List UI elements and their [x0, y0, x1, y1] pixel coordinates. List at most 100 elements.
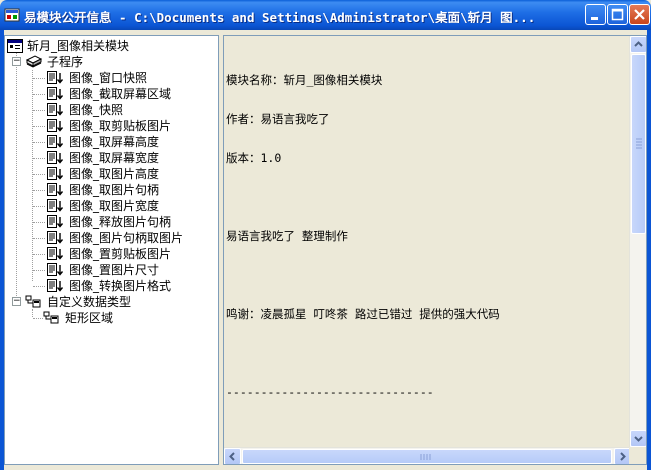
tree-item-subroutine[interactable]: 图像_置剪贴板图片 [7, 246, 217, 262]
maker-line: 易语言我吃了 整理制作 [226, 229, 348, 243]
tree-guide-line [33, 110, 45, 111]
maximize-button[interactable] [607, 4, 628, 25]
subroutine-icon [47, 215, 64, 228]
tree-item-datatype[interactable]: 矩形区域 [7, 310, 217, 326]
tree-item-label: 图像_图片句柄取图片 [69, 231, 184, 245]
tree-item-subroutine[interactable]: 图像_取屏幕宽度 [7, 150, 217, 166]
scroll-left-button[interactable] [224, 448, 241, 464]
tree-guide-line [33, 126, 45, 127]
separator-line: ------------------------------ [226, 385, 434, 399]
tree-guide-line [33, 206, 45, 207]
tree-group-label: 子程序 [47, 55, 84, 69]
tree-item-label: 图像_取图片宽度 [69, 199, 160, 213]
subroutine-icon [47, 263, 64, 276]
tree-item-label: 图像_截取屏幕区域 [69, 87, 172, 101]
subroutine-icon [47, 247, 64, 260]
tree-item-label: 矩形区域 [65, 311, 114, 325]
collapse-toggle[interactable]: − [12, 57, 21, 66]
scrollbar-corner [629, 447, 646, 464]
grip-icon [636, 138, 642, 149]
subroutine-icon [47, 183, 64, 196]
tree-guide-line [33, 238, 45, 239]
scroll-left-icon [229, 452, 235, 461]
scroll-right-icon [620, 452, 626, 461]
tree-item-label: 图像_窗口快照 [69, 71, 148, 85]
tree-item-subroutine[interactable]: 图像_置图片尺寸 [7, 262, 217, 278]
grip-icon [420, 454, 431, 460]
module-name-line: 模块名称：斩月_图像相关模块 [226, 73, 383, 87]
tree-guide-line [33, 174, 45, 175]
module-tree[interactable]: 斩月_图像相关模块 − 子程序 图像_窗口快照图像_截取屏幕区域 图像_快照图像_… [4, 35, 219, 465]
tree-item-label: 图像_取屏幕宽度 [69, 151, 160, 165]
tree-group-subroutines[interactable]: − 子程序 [7, 54, 217, 70]
minimize-icon [591, 17, 598, 20]
tree-item-subroutine[interactable]: 图像_截取屏幕区域 [7, 86, 217, 102]
tree-guide-line [33, 190, 45, 191]
tree-item-label: 图像_取剪贴板图片 [69, 119, 172, 133]
info-text: 模块名称：斩月_图像相关模块 作者：易语言我吃了 版本：1.0 易语言我吃了 整… [226, 48, 626, 425]
tree-guide-line [33, 318, 43, 319]
tree-item-label: 图像_释放图片句柄 [69, 215, 172, 229]
tree-item-label: 图像_取图片句柄 [69, 183, 160, 197]
tree-root-label: 斩月_图像相关模块 [27, 39, 130, 53]
tree-item-label: 图像_置图片尺寸 [69, 263, 160, 277]
tree-item-label: 图像_取图片高度 [69, 167, 160, 181]
subroutine-icon [47, 167, 64, 180]
minimize-button[interactable] [585, 4, 606, 25]
datatype-icon [25, 295, 41, 308]
tree-guide-line [33, 286, 45, 287]
tree-item-subroutine[interactable]: 图像_取图片高度 [7, 166, 217, 182]
horizontal-scrollbar[interactable] [224, 447, 631, 464]
maximize-icon [611, 8, 624, 21]
tree-item-subroutine[interactable]: 图像_取屏幕高度 [7, 134, 217, 150]
subroutine-icon [47, 71, 64, 84]
close-icon [634, 9, 645, 20]
tree-guide-line [33, 142, 45, 143]
subroutine-icon [47, 119, 64, 132]
subroutine-icon [47, 231, 64, 244]
thanks-line: 鸣谢：凌晨孤星 叮咚茶 路过已错过 提供的强大代码 [226, 307, 500, 321]
tree-item-subroutine[interactable]: 图像_窗口快照 [7, 70, 217, 86]
tree-item-subroutine[interactable]: 图像_快照 [7, 102, 217, 118]
tree-guide-line [33, 222, 45, 223]
tree-item-subroutine[interactable]: 图像_图片句柄取图片 [7, 230, 217, 246]
vertical-scroll-thumb[interactable] [631, 54, 646, 234]
app-icon [4, 8, 20, 22]
tree-item-subroutine[interactable]: 图像_取剪贴板图片 [7, 118, 217, 134]
tree-guide-line [33, 254, 45, 255]
vertical-scrollbar[interactable] [629, 36, 646, 447]
tree-item-subroutine[interactable]: 图像_取图片句柄 [7, 182, 217, 198]
window-title: 易模块公开信息 - C:\Documents and Settings\Admi… [24, 10, 536, 23]
window-frame-right [647, 30, 651, 470]
tree-item-subroutine[interactable]: 图像_取图片宽度 [7, 198, 217, 214]
tree-guide-line [33, 270, 45, 271]
tree-item-subroutine[interactable]: 图像_转换图片格式 [7, 278, 217, 294]
tree-item-label: 图像_取屏幕高度 [69, 135, 160, 149]
scroll-up-icon [634, 41, 643, 47]
scroll-down-button[interactable] [630, 430, 646, 447]
tree-root[interactable]: 斩月_图像相关模块 [7, 38, 217, 54]
version-line: 版本：1.0 [226, 151, 282, 165]
tree-group-label: 自定义数据类型 [47, 295, 132, 309]
tree-item-subroutine[interactable]: 图像_释放图片句柄 [7, 214, 217, 230]
subroutine-icon [47, 103, 64, 116]
books-icon [25, 55, 43, 68]
scroll-down-icon [634, 436, 643, 442]
info-content-panel[interactable]: 模块名称：斩月_图像相关模块 作者：易语言我吃了 版本：1.0 易语言我吃了 整… [223, 35, 647, 465]
author-line: 作者：易语言我吃了 [226, 112, 330, 126]
collapse-toggle[interactable]: − [12, 297, 21, 306]
tree-item-label: 图像_转换图片格式 [69, 279, 172, 293]
horizontal-scroll-thumb[interactable] [242, 449, 612, 464]
tree-item-label: 图像_快照 [69, 103, 124, 117]
title-bar: 易模块公开信息 - C:\Documents and Settings\Admi… [0, 0, 651, 30]
scroll-up-button[interactable] [630, 36, 646, 53]
tree-group-datatypes[interactable]: − 自定义数据类型 [7, 294, 217, 310]
tree-guide-line [33, 94, 45, 95]
tree-item-label: 图像_置剪贴板图片 [69, 247, 172, 261]
subroutine-icon [47, 87, 64, 100]
subroutine-icon [47, 199, 64, 212]
close-button[interactable] [629, 4, 650, 25]
